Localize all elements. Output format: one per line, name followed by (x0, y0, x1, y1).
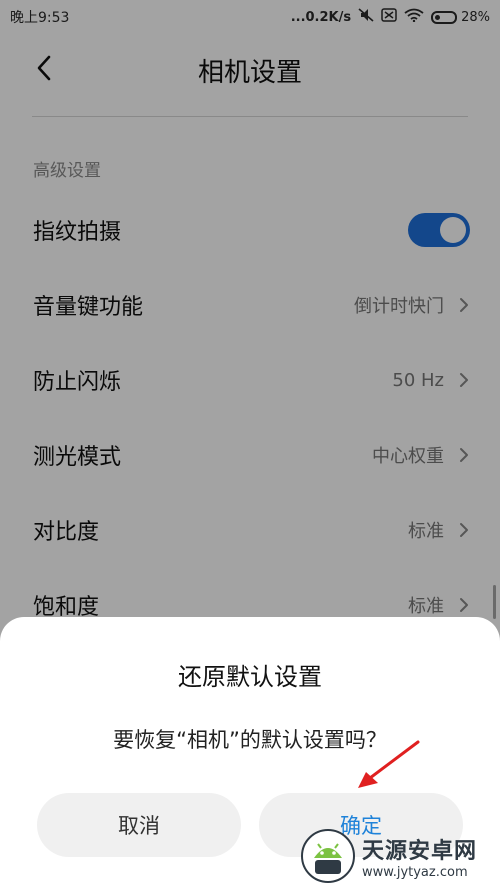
site-watermark: 天源安卓网 www.jytyaz.com (300, 823, 500, 889)
dialog-title: 还原默认设置 (178, 663, 322, 691)
dialog-message: 要恢复“相机”的默认设置吗？ (113, 728, 387, 752)
watermark-url: www.jytyaz.com (362, 864, 468, 880)
annotation-arrow-icon (358, 740, 420, 788)
scrollbar-thumb (493, 585, 496, 619)
watermark-text: 天源安卓网 www.jytyaz.com (362, 833, 477, 880)
watermark-name: 天源安卓网 (362, 838, 478, 864)
cancel-button[interactable]: 取消 (37, 793, 241, 857)
android-logo-icon (301, 829, 355, 883)
